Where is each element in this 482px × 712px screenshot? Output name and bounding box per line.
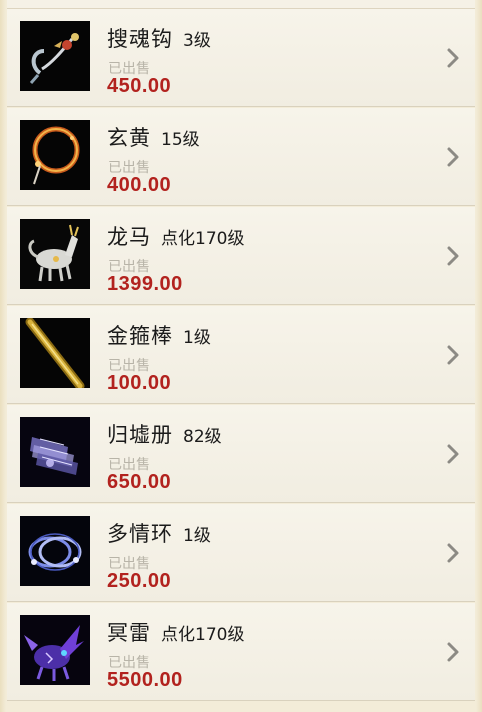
chevron-right-icon: [443, 44, 463, 72]
golden-staff-icon: [20, 318, 90, 388]
list-item[interactable]: 金箍棒 1级 已出售 100.00: [7, 306, 475, 404]
twin-rings-icon: [20, 516, 90, 586]
item-title: 归墟册 82级: [107, 419, 222, 449]
item-price: 5500.00: [107, 669, 183, 691]
item-title: 搜魂钩 3级: [107, 23, 211, 53]
item-name: 多情环: [107, 522, 173, 546]
item-title: 玄黄 15级: [107, 122, 200, 152]
item-title: 多情环 1级: [107, 518, 211, 548]
list-item[interactable]: 冥雷 点化170级 已出售 5500.00: [7, 603, 475, 701]
item-name: 冥雷: [107, 621, 151, 645]
chevron-right-icon: [443, 440, 463, 468]
item-name: 搜魂钩: [107, 27, 173, 51]
item-level: 1级: [183, 328, 211, 348]
scroll-book-icon: [20, 417, 90, 487]
item-title: 龙马 点化170级: [107, 221, 244, 251]
list-item[interactable]: 玄黄 15级 已出售 400.00: [7, 108, 475, 206]
item-title: 金箍棒 1级: [107, 320, 211, 350]
previous-row-edge: [7, 0, 475, 9]
chevron-right-icon: [443, 539, 463, 567]
item-level: 点化170级: [161, 625, 245, 645]
item-price: 650.00: [107, 471, 172, 493]
dragon-horse-icon: [20, 219, 90, 289]
chevron-right-icon: [443, 341, 463, 369]
flame-ring-icon: [20, 120, 90, 190]
thunder-beast-icon: [20, 615, 90, 685]
item-price: 250.00: [107, 570, 172, 592]
item-price: 450.00: [107, 75, 172, 97]
item-level: 1级: [183, 526, 211, 546]
item-title: 冥雷 点化170级: [107, 617, 244, 647]
item-level: 82级: [183, 427, 222, 447]
hook-weapon-icon: [20, 21, 90, 91]
list-item[interactable]: 归墟册 82级 已出售 650.00: [7, 405, 475, 503]
item-name: 玄黄: [107, 126, 151, 150]
list-item[interactable]: 龙马 点化170级 已出售 1399.00: [7, 207, 475, 305]
item-name: 归墟册: [107, 423, 173, 447]
list-item[interactable]: 多情环 1级 已出售 250.00: [7, 504, 475, 602]
item-name: 金箍棒: [107, 324, 173, 348]
chevron-right-icon: [443, 638, 463, 666]
item-price: 100.00: [107, 372, 172, 394]
item-price: 400.00: [107, 174, 172, 196]
list-item[interactable]: 搜魂钩 3级 已出售 450.00: [7, 9, 475, 107]
item-level: 3级: [183, 31, 211, 51]
item-name: 龙马: [107, 225, 151, 249]
chevron-right-icon: [443, 143, 463, 171]
item-level: 点化170级: [161, 229, 245, 249]
item-level: 15级: [161, 130, 200, 150]
chevron-right-icon: [443, 242, 463, 270]
item-price: 1399.00: [107, 273, 183, 295]
sold-items-page: 搜魂钩 3级 已出售 450.00 玄黄 15级 已出售 400.00 龙马 点…: [0, 0, 482, 712]
